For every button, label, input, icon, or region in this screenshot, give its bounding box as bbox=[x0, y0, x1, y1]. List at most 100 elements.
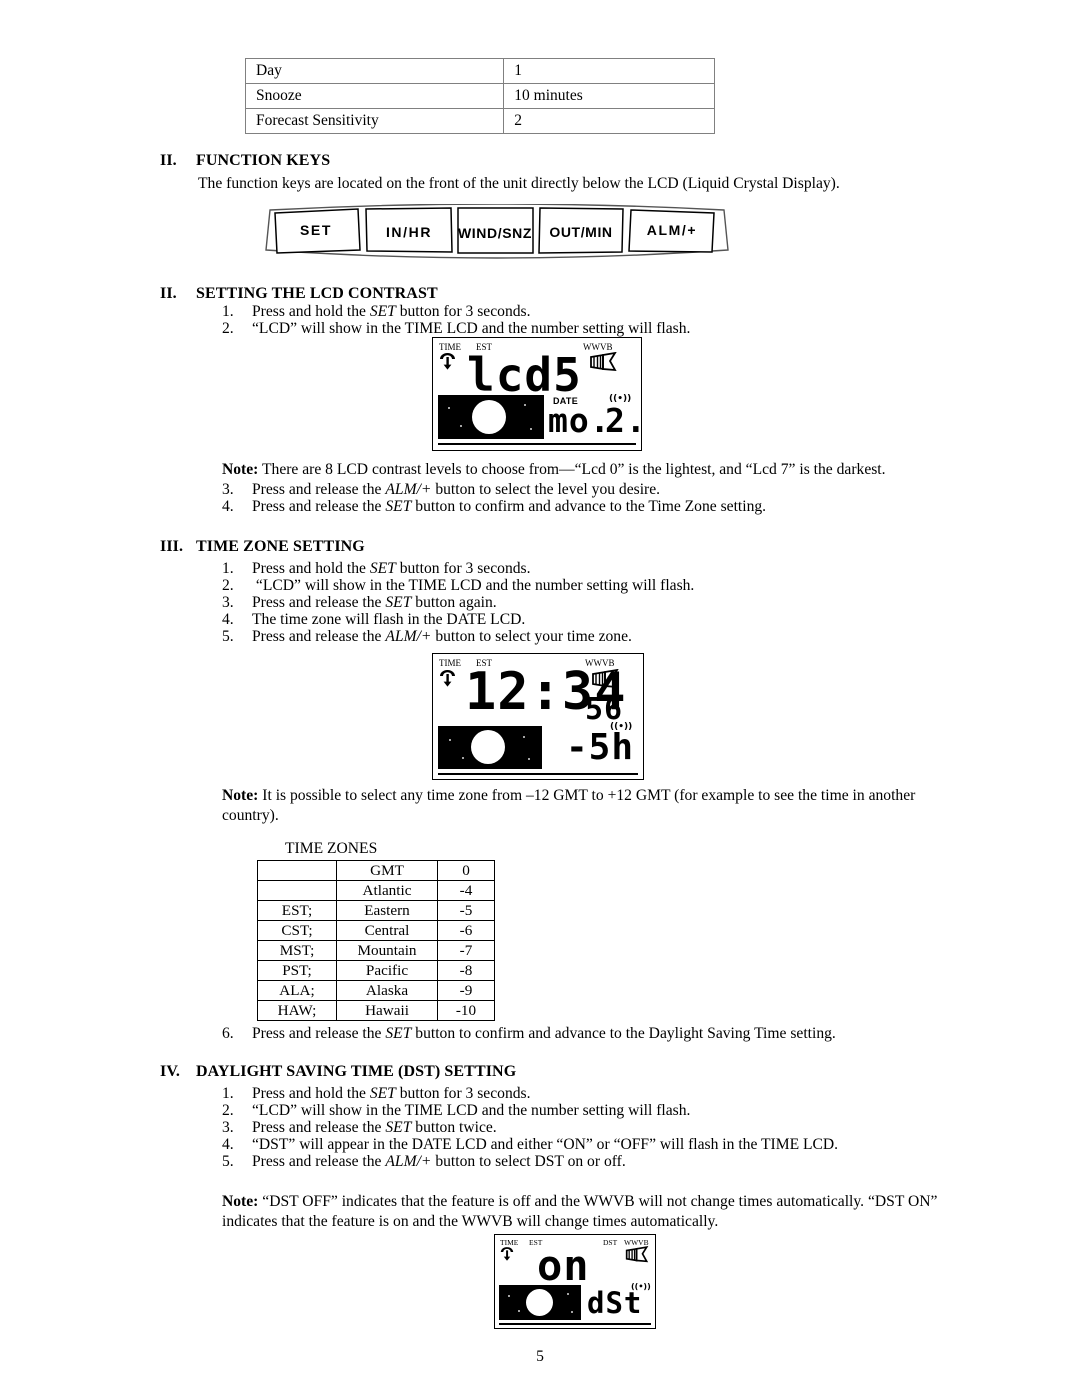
list-marker: 3. bbox=[222, 1119, 234, 1136]
section-heading-dst: IV. DAYLIGHT SAVING TIME (DST) SETTING bbox=[160, 1063, 516, 1081]
lcd-time-value: on bbox=[537, 1241, 590, 1290]
list-item: 2. “LCD” will show in the TIME LCD and t… bbox=[222, 577, 694, 595]
setting-value: 2 bbox=[503, 108, 715, 134]
step-emphasis: SET bbox=[385, 1025, 412, 1042]
tz-abbr: ALA; bbox=[257, 980, 337, 1001]
section-title: FUNCTION KEYS bbox=[196, 152, 331, 169]
table-row: Day 1 bbox=[244, 58, 715, 84]
lcd-tag-time: TIME bbox=[439, 342, 461, 352]
list-item: 3. Press and release the SET button twice… bbox=[222, 1119, 497, 1137]
tz-offset: -10 bbox=[437, 1000, 495, 1021]
list-marker: 1. bbox=[222, 1085, 234, 1102]
step-emphasis: ALM/+ bbox=[385, 628, 432, 645]
time-zones-caption: TIME ZONES bbox=[285, 840, 378, 857]
settings-table: Day 1 Snooze 10 minutes Forecast Sensiti… bbox=[244, 58, 715, 134]
lcd-extra-value: 2. bbox=[605, 401, 647, 440]
list-marker: 4. bbox=[222, 1136, 234, 1153]
star-speck bbox=[462, 757, 464, 759]
star-speck bbox=[524, 404, 526, 406]
step-text: Press and hold the bbox=[252, 303, 370, 320]
step-emphasis: SET bbox=[385, 498, 412, 515]
tz-name: Atlantic bbox=[336, 880, 438, 901]
tz-offset: -6 bbox=[437, 920, 495, 941]
star-speck bbox=[530, 428, 532, 430]
step-text: The time zone will flash in the DATE LCD… bbox=[252, 611, 526, 628]
step-text-tail: button to select DST on or off. bbox=[431, 1153, 626, 1170]
star-speck bbox=[448, 407, 450, 409]
step-emphasis: ALM/+ bbox=[385, 1153, 432, 1170]
step-text: “LCD” will show in the TIME LCD and the … bbox=[252, 320, 691, 337]
step-text: Press and release the bbox=[252, 1025, 386, 1042]
tz-name: Eastern bbox=[336, 900, 438, 921]
list-item: 1. Press and hold the SET button for 3 se… bbox=[222, 560, 531, 578]
section-numeral: III. bbox=[160, 538, 184, 555]
key-set-label: SET bbox=[300, 222, 332, 238]
list-item: 1. Press and hold the SET button for 3 se… bbox=[222, 303, 531, 321]
tz-abbr: EST; bbox=[257, 900, 337, 921]
tz-name: Mountain bbox=[336, 940, 438, 961]
note-dst: Note: “DST OFF” indicates that the featu… bbox=[222, 1192, 970, 1232]
document-page: Day 1 Snooze 10 minutes Forecast Sensiti… bbox=[0, 0, 1080, 1397]
list-item: 4. The time zone will flash in the DATE L… bbox=[222, 611, 525, 629]
list-item: 3. Press and release the SET button again… bbox=[222, 594, 497, 612]
table-row: Atlantic -4 bbox=[257, 880, 495, 901]
step-emphasis: SET bbox=[385, 1119, 412, 1136]
section-title: SETTING THE LCD CONTRAST bbox=[196, 285, 438, 302]
table-row: Forecast Sensitivity 2 bbox=[244, 108, 715, 134]
list-item: 3. Press and release the ALM/+ button to … bbox=[222, 481, 660, 499]
section-heading-lcd-contrast: II. SETTING THE LCD CONTRAST bbox=[160, 285, 438, 303]
lcd-baseline bbox=[438, 773, 638, 775]
step-text: “DST” will appear in the DATE LCD and ei… bbox=[252, 1136, 839, 1153]
wwvb-signal-icon bbox=[625, 1246, 649, 1263]
tz-name: Pacific bbox=[336, 960, 438, 981]
step-text-tail: button to confirm and advance to the Day… bbox=[411, 1025, 836, 1042]
note-text: “DST OFF” indicates that the feature is … bbox=[222, 1193, 938, 1230]
step-text-tail: button again. bbox=[411, 594, 497, 611]
lcd-display-dst: TIME EST DST WWVB on ((•)) dSt bbox=[494, 1234, 656, 1329]
key-in-hr-label: IN/HR bbox=[386, 224, 432, 240]
setting-value: 10 minutes bbox=[503, 83, 715, 109]
moon-phase-disc bbox=[526, 1289, 553, 1316]
list-marker: 4. bbox=[222, 498, 234, 515]
lcd-display-contrast: TIME EST WWVB lcd5 DATE ((•)) mo. 2. bbox=[432, 337, 646, 451]
tz-offset: 0 bbox=[437, 860, 495, 881]
note-text: It is possible to select any time zone f… bbox=[222, 787, 916, 824]
list-marker: 5. bbox=[222, 628, 234, 645]
moon-phase-panel bbox=[438, 726, 542, 769]
wwvb-signal-icon bbox=[592, 669, 619, 689]
wwvb-signal-icon bbox=[590, 352, 617, 372]
step-text: “LCD” will show in the TIME LCD and the … bbox=[252, 577, 695, 594]
setting-label: Forecast Sensitivity bbox=[244, 108, 505, 134]
list-item: 5. Press and release the ALM/+ button to … bbox=[222, 1153, 626, 1171]
moon-phase-panel bbox=[499, 1285, 581, 1320]
star-speck bbox=[528, 758, 530, 760]
table-row: CST; Central -6 bbox=[257, 920, 495, 941]
lcd-baseline bbox=[438, 443, 636, 445]
list-marker: 2. bbox=[222, 1102, 234, 1119]
step-text-tail: button to confirm and advance to the Tim… bbox=[411, 498, 767, 515]
star-speck bbox=[571, 1311, 573, 1313]
key-wind-snz-label: WIND/SNZ bbox=[458, 225, 532, 241]
antenna-icon bbox=[440, 353, 455, 370]
tz-abbr: HAW; bbox=[257, 1000, 337, 1021]
star-speck bbox=[518, 1310, 520, 1312]
step-emphasis: SET bbox=[369, 303, 396, 320]
list-marker: 3. bbox=[222, 481, 234, 498]
list-marker: 2. bbox=[222, 320, 234, 337]
moon-phase-disc bbox=[471, 730, 505, 764]
note-time-zone: Note: It is possible to select any time … bbox=[222, 786, 970, 826]
table-row: PST; Pacific -8 bbox=[257, 960, 495, 981]
step-text: Press and release the bbox=[252, 628, 386, 645]
tz-name: GMT bbox=[336, 860, 438, 881]
tz-abbr: PST; bbox=[257, 960, 337, 981]
tz-name: Hawaii bbox=[336, 1000, 438, 1021]
moon-phase-disc bbox=[472, 400, 506, 434]
setting-label: Day bbox=[244, 58, 505, 84]
time-zones-table: GMT 0 Atlantic -4 EST; Eastern -5 CST; C… bbox=[257, 860, 495, 1021]
function-keys-intro: The function keys are located on the fro… bbox=[198, 175, 840, 192]
star-speck bbox=[567, 1293, 569, 1295]
note-label: Note: bbox=[222, 1193, 259, 1210]
step-text: Press and release the bbox=[252, 481, 386, 498]
step-text: “LCD” will show in the TIME LCD and the … bbox=[252, 1102, 691, 1119]
step-text-tail: button to select the level you desire. bbox=[431, 481, 661, 498]
